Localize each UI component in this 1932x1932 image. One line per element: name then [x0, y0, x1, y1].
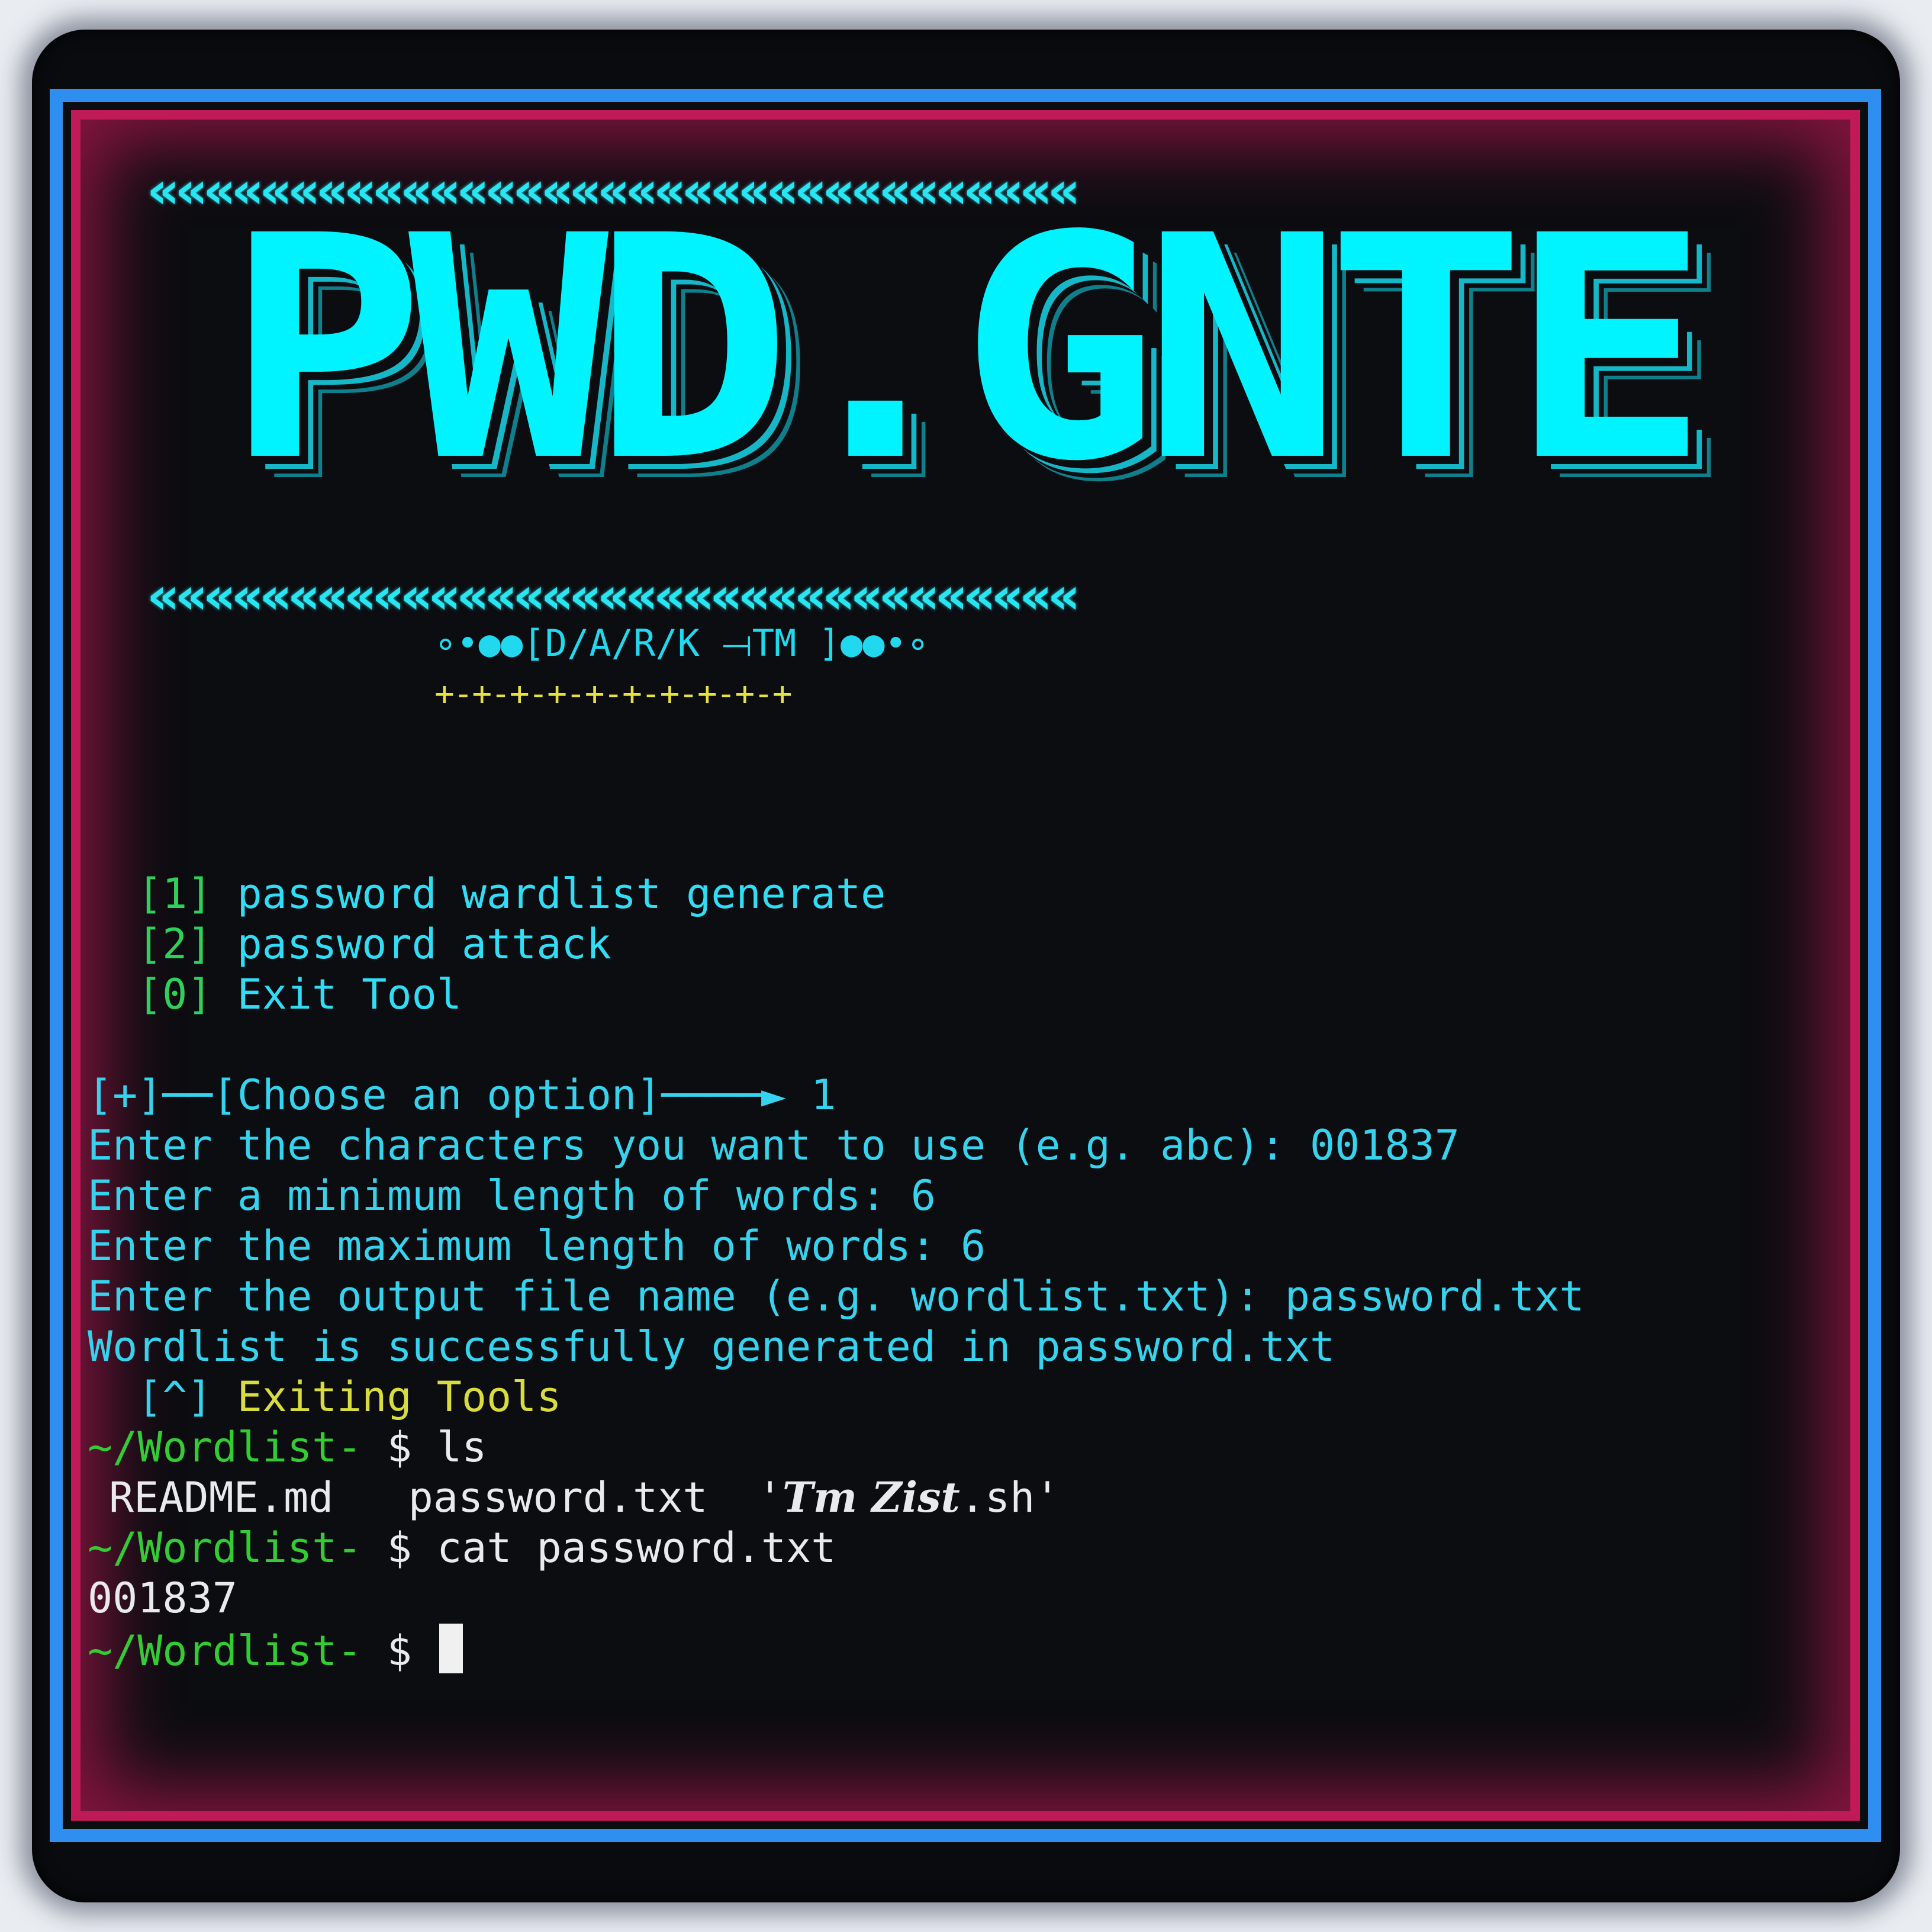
- file-script-quote: ': [757, 1473, 783, 1522]
- ascii-logo: PWD.GNTE: [225, 195, 1859, 503]
- file-password: password.txt: [408, 1473, 708, 1522]
- min-length-prompt: Enter a minimum length of words: 6: [88, 1171, 936, 1220]
- exiting-message: [^] Exiting Tools: [137, 1372, 561, 1422]
- shell-line-current[interactable]: ~/Wordlist- $: [88, 1624, 463, 1676]
- file-script-name: Tm Zist: [782, 1473, 960, 1522]
- menu-label: password attack: [237, 920, 611, 968]
- text-cursor[interactable]: [439, 1624, 463, 1673]
- prompt-dollar: $: [387, 1627, 412, 1675]
- file-readme: README.md: [109, 1473, 334, 1522]
- banner-divider: +-+-+-+-+-+-+-+-+-+: [434, 675, 793, 713]
- menu-item-2: [2] password attack: [137, 919, 611, 969]
- max-length-prompt: Enter the maximum length of words: 6: [88, 1222, 986, 1270]
- prompt-dollar: $: [387, 1423, 412, 1471]
- menu-key: [2]: [137, 920, 212, 968]
- prompt-cwd: ~/Wordlist-: [88, 1423, 362, 1471]
- menu-key: [0]: [137, 970, 212, 1019]
- chars-prompt: Enter the characters you want to use (e.…: [88, 1121, 1460, 1170]
- prompt-dollar: $: [387, 1524, 412, 1572]
- output-file-prompt: Enter the output file name (e.g. wordlis…: [88, 1272, 1585, 1321]
- prompt-cwd: ~/Wordlist-: [88, 1627, 362, 1675]
- author-banner: ∘•●●[D/A/R/K ⟞TM ]●●•∘: [434, 622, 929, 665]
- menu-item-1: [1] password wardlist generate: [137, 869, 886, 919]
- menu-item-0: [0] Exit Tool: [137, 970, 462, 1019]
- success-message: Wordlist is successfully generated in pa…: [88, 1322, 1335, 1371]
- cat-output: 001837: [88, 1574, 237, 1622]
- file-script-ext: .sh': [959, 1473, 1060, 1522]
- command-text: cat password.txt: [437, 1524, 836, 1572]
- terminal-window[interactable]: ««««««««««««««««««««««««««««««««« PWD.GN…: [0, 0, 1932, 1932]
- exiting-text: Exiting Tools: [237, 1373, 562, 1421]
- logo-text: PWD.GNTE: [225, 195, 1709, 503]
- menu-label: password wardlist generate: [237, 870, 886, 918]
- command-text: ls: [437, 1423, 487, 1471]
- menu-key: [1]: [137, 870, 212, 918]
- shell-line-cat: ~/Wordlist- $ cat password.txt: [88, 1523, 836, 1573]
- shell-line-ls: ~/Wordlist- $ ls: [88, 1422, 487, 1472]
- menu-label: Exit Tool: [237, 970, 462, 1019]
- ls-output: README.md password.txt 'Tm Zist.sh': [109, 1473, 1060, 1522]
- choose-option-prompt: [+]──[Choose an option]────► 1: [88, 1071, 836, 1119]
- exiting-key: [^]: [137, 1373, 212, 1421]
- prompt-cwd: ~/Wordlist-: [88, 1524, 362, 1572]
- arrow-border-bottom: «««««««««««««««««««««««««««««««««: [147, 566, 1080, 623]
